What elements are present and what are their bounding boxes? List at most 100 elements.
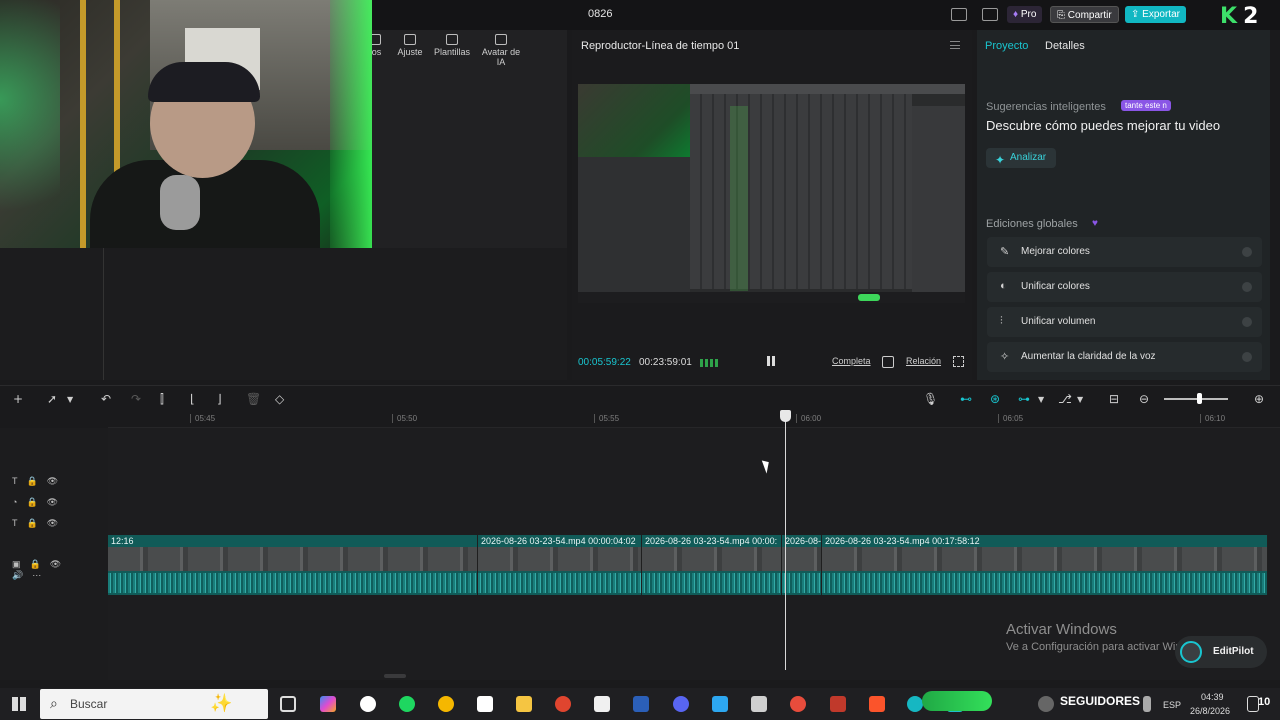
discord-icon[interactable]	[673, 696, 689, 712]
keyboard-language[interactable]: ESP	[1163, 700, 1181, 710]
spotify-icon[interactable]	[399, 696, 415, 712]
chevron-down-icon[interactable]: ▼	[1038, 395, 1044, 404]
lock-icon[interactable]: 🔒	[26, 497, 37, 507]
cloud-icon[interactable]	[1038, 696, 1054, 712]
app-icon[interactable]	[830, 696, 846, 712]
timeline-ruler[interactable]: 05:45 05:50 05:55 06:00 06:05 06:10	[108, 410, 1280, 428]
trim-start-icon[interactable]: ⌊	[190, 392, 195, 406]
audio-meter	[700, 359, 718, 367]
playhead-handle[interactable]	[780, 410, 791, 422]
filmora-icon[interactable]	[907, 696, 923, 712]
render-preview-icon[interactable]: ⊟	[1109, 392, 1119, 406]
global-edit-unificar-volumen[interactable]: ⫶ Unificar volumen	[987, 307, 1262, 337]
shield-icon[interactable]	[477, 696, 493, 712]
preview-browser	[578, 157, 690, 292]
windows-start-icon[interactable]	[12, 697, 26, 711]
lock-icon[interactable]: 🔒	[27, 476, 38, 486]
app-icon[interactable]	[438, 696, 454, 712]
clock-time[interactable]: 04:39	[1201, 692, 1224, 702]
tab-avatar-ia[interactable]: Avatar de IA	[477, 34, 525, 67]
ai-cut-icon[interactable]: ⊛	[990, 392, 1000, 406]
toggle[interactable]	[1242, 247, 1252, 257]
video-track[interactable]: 12:16 2026-08-26 03-23-54.mp4 00:00:04:0…	[108, 535, 1268, 595]
share-icon: ⎘	[1057, 10, 1065, 21]
timeline-scrollbar[interactable]	[384, 674, 406, 678]
folder-icon[interactable]	[516, 696, 532, 712]
pause-button[interactable]	[767, 356, 775, 366]
snapshot-icon[interactable]	[882, 356, 894, 368]
task-view-icon[interactable]	[280, 696, 296, 712]
store-icon[interactable]	[712, 696, 728, 712]
share-button[interactable]: ⎘ Compartir	[1050, 6, 1119, 23]
speaker-icon[interactable]: 🔊	[12, 570, 23, 580]
toggle[interactable]	[1242, 282, 1252, 292]
clock-date[interactable]: 26/8/2026	[1190, 706, 1230, 716]
video-preview[interactable]	[578, 84, 965, 303]
delete-icon[interactable]: 🗑	[246, 392, 261, 406]
sparkle-icon: ✦	[995, 153, 1006, 167]
tab-detalles[interactable]: Detalles	[1045, 40, 1085, 52]
word-icon[interactable]	[633, 696, 649, 712]
toggle[interactable]	[1242, 317, 1252, 327]
lock-icon[interactable]: 🔒	[27, 518, 38, 528]
full-quality-button[interactable]: Completa	[832, 356, 871, 366]
split-icon[interactable]: ⫿	[160, 392, 164, 407]
microphone-icon[interactable]: 🎙	[923, 392, 938, 406]
microphone-tray-icon[interactable]	[1143, 696, 1151, 712]
toggle[interactable]	[1242, 352, 1252, 362]
ripple-icon[interactable]: ⎇	[1058, 392, 1072, 406]
redo-icon[interactable]: ↷	[131, 392, 141, 406]
zoom-out-icon[interactable]: ⊖	[1139, 392, 1149, 406]
chevron-down-icon[interactable]: ▼	[67, 395, 73, 404]
eye-icon[interactable]: 👁	[47, 476, 58, 486]
zoom-in-icon[interactable]: ⊕	[1254, 392, 1264, 406]
timeline-clip[interactable]: 2026-08-26 03-23-54.mp4 00:00:04:02	[478, 535, 642, 595]
copilot-icon[interactable]	[320, 696, 336, 712]
suggestions-label: Sugerencias inteligentes	[986, 101, 1106, 113]
playhead-line[interactable]	[785, 413, 786, 670]
calculator-icon[interactable]	[751, 696, 767, 712]
export-button[interactable]: ⇪ Exportar	[1125, 6, 1186, 23]
timeline-clip[interactable]: 2026-08-	[782, 535, 822, 595]
tab-ajuste[interactable]: Ajuste	[395, 34, 425, 57]
brave-icon[interactable]	[869, 696, 885, 712]
snap-icon[interactable]: ⊷	[960, 392, 972, 406]
pro-button[interactable]: ♦ Pro	[1007, 6, 1043, 23]
chevron-down-icon[interactable]: ▼	[1077, 395, 1083, 404]
undo-icon[interactable]: ↶	[101, 392, 111, 406]
eye-icon[interactable]: 👁	[47, 497, 58, 507]
lock-icon[interactable]: 🔒	[30, 559, 41, 569]
zoom-slider-handle[interactable]	[1197, 393, 1202, 404]
layout-icon[interactable]	[951, 8, 967, 21]
timeline-clip[interactable]: 2026-08-26 03-23-54.mp4 00:00:	[642, 535, 782, 595]
trim-end-icon[interactable]: ⌋	[217, 392, 222, 406]
more-icon[interactable]: ⋯	[32, 570, 41, 580]
tab-plantillas[interactable]: Plantillas	[432, 34, 472, 57]
tab-label: Avatar de IA	[481, 47, 521, 67]
timeline-clip[interactable]: 2026-08-26 03-23-54.mp4 00:17:58:12	[822, 535, 1268, 595]
m-app-icon[interactable]	[594, 696, 610, 712]
fl-studio-icon[interactable]	[790, 696, 806, 712]
marker-icon[interactable]: ◇	[275, 392, 284, 406]
zoom-slider[interactable]	[1164, 398, 1228, 400]
timeline-clip[interactable]: 12:16	[108, 535, 478, 595]
media-player-icon[interactable]	[555, 696, 571, 712]
eye-icon[interactable]: 👁	[50, 559, 61, 569]
analyze-button[interactable]: ✦ Analizar	[986, 148, 1056, 168]
editpilot-button[interactable]: EditPilot	[1175, 636, 1267, 668]
keyboard-icon[interactable]	[982, 8, 998, 21]
obs-icon[interactable]	[360, 696, 376, 712]
global-edit-claridad-voz[interactable]: ✧ Aumentar la claridad de la voz	[987, 342, 1262, 372]
link-icon[interactable]: ⊶	[1018, 392, 1030, 406]
eye-icon[interactable]: 👁	[47, 518, 58, 528]
select-tool-icon[interactable]: ➚	[47, 392, 57, 406]
fullscreen-icon[interactable]	[953, 356, 964, 367]
menu-icon[interactable]	[950, 41, 960, 49]
ruler-label: 06:00	[796, 414, 821, 423]
global-edit-unificar-colores[interactable]: ◐ Unificar colores	[987, 272, 1262, 302]
aspect-ratio-button[interactable]: Relación	[906, 356, 941, 366]
add-track-icon[interactable]: +	[13, 392, 23, 406]
taskbar-search[interactable]: ⌕ Buscar ✨	[40, 689, 268, 719]
tab-proyecto[interactable]: Proyecto	[985, 40, 1028, 52]
global-edit-mejorar-colores[interactable]: ✎ Mejorar colores	[987, 237, 1262, 267]
